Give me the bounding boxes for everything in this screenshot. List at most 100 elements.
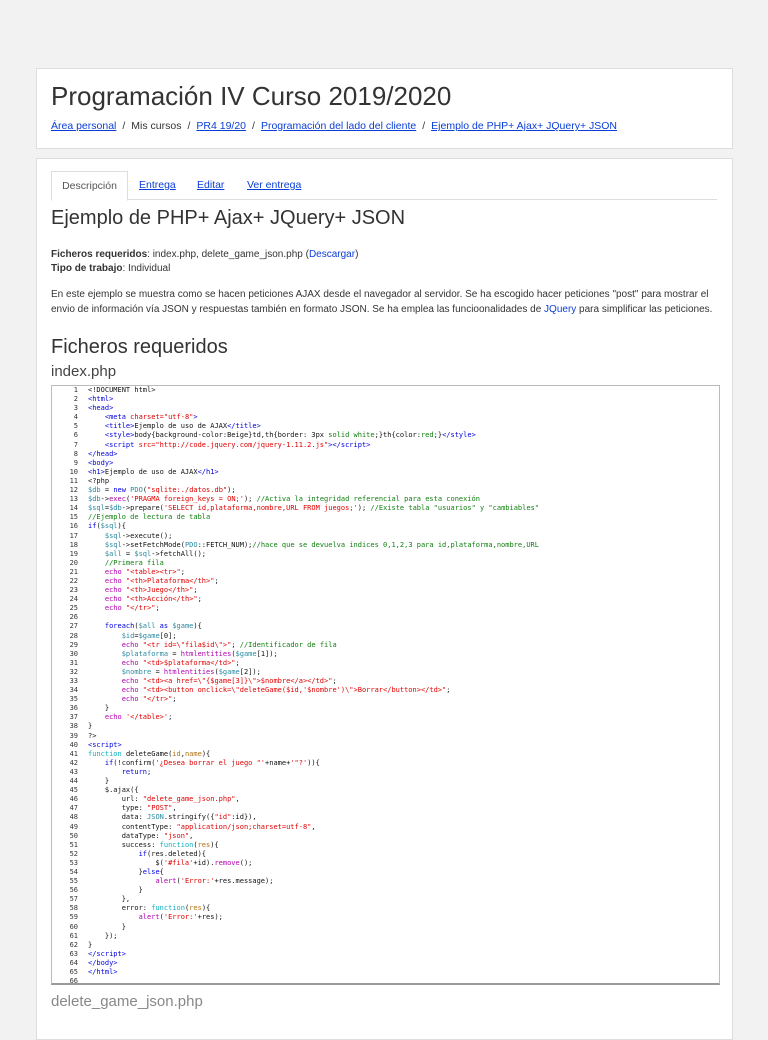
breadcrumb-assignment[interactable]: Ejemplo de PHP+ Ajax+ JQuery+ JSON [431, 120, 617, 132]
tab-ver-entrega[interactable]: Ver entrega [247, 171, 301, 199]
code-token: charset="utf-8" [130, 413, 194, 422]
code-token: echo [121, 640, 143, 649]
code-line: 56 } [52, 886, 719, 895]
code-line: 19 $all = $sql->fetchAll(); [52, 550, 719, 559]
code-text: <meta charset="utf-8"> [88, 413, 198, 422]
line-number: 45 [69, 786, 78, 795]
code-text: function deleteGame(id,name){ [88, 750, 210, 759]
tab-entrega[interactable]: Entrega [139, 171, 176, 199]
tab-editar[interactable]: Editar [197, 171, 224, 199]
code-token: //hace que se devuelva indices 0,1,2,3 p… [252, 540, 539, 549]
code-token: :id}), [231, 813, 257, 822]
code-token: , [235, 795, 240, 804]
line-number: 1 [73, 386, 78, 394]
code-token: else [142, 867, 160, 876]
line-number: 59 [69, 913, 78, 922]
breadcrumb-mis-cursos: Mis cursos [131, 120, 182, 132]
code-token: echo [121, 677, 143, 685]
code-text: </body> [88, 959, 118, 968]
code-line: 36 } [52, 704, 719, 713]
code-token: "<td>$plataforma</td>" [142, 658, 236, 667]
line-number: 7 [73, 440, 78, 449]
code-text: <head> [88, 404, 113, 413]
line-number: 31 [69, 658, 78, 667]
code-token: } [88, 867, 143, 876]
code-text: <title>Ejemplo de uso de AJAX</title> [88, 422, 261, 431]
code-line: 24 echo "<th>Acción</th>"; [52, 595, 719, 604]
code-text: url: "delete_game_json.php", [88, 795, 240, 804]
code-token: id [172, 749, 181, 758]
breadcrumb-area-personal[interactable]: Área personal [51, 120, 116, 132]
code-text: <!DOCUMENT html> [88, 386, 155, 395]
line-number: 28 [69, 631, 78, 640]
work-type-value: : Individual [122, 263, 171, 274]
code-token: </html> [88, 968, 118, 976]
code-token: echo [104, 595, 126, 604]
code-token: exec [109, 495, 126, 504]
code-token: = [151, 667, 164, 676]
breadcrumb-course[interactable]: PR4 19/20 [196, 120, 246, 132]
code-token: $sql [104, 531, 122, 540]
code-line: 27 foreach($all as $game){ [52, 622, 719, 631]
line-number: 4 [73, 413, 78, 422]
line-number: 29 [69, 640, 78, 649]
code-token: , [311, 822, 316, 831]
code-text: echo "<td><button onclick=\"deleteGame($… [88, 686, 451, 695]
code-line: 31 echo "<td>$plataforma</td>"; [52, 659, 719, 668]
code-token: ){ [201, 904, 211, 913]
code-text: }, [88, 895, 130, 904]
code-token: 'SELECT id,plataforma,nombre,URL FROM ju… [163, 504, 358, 513]
code-token: )){ [307, 758, 320, 767]
code-line: 51 success: function(res){ [52, 841, 719, 850]
code-token: red [420, 431, 434, 440]
code-token: $game [172, 622, 194, 631]
line-number: 15 [69, 513, 78, 522]
line-number: 27 [69, 622, 78, 631]
assignment-card: Descripción Entrega Editar Ver entrega E… [36, 158, 733, 1040]
breadcrumb-section[interactable]: Programación del lado del cliente [261, 120, 416, 132]
line-number: 60 [69, 922, 78, 931]
line-number: 63 [69, 949, 78, 958]
line-number: 20 [69, 558, 78, 567]
code-line: 1 <!DOCUMENT html> [52, 386, 719, 395]
code-token: "<table><tr>" [125, 567, 181, 576]
code-line: 8 </head> [52, 450, 719, 459]
tab-descripcion[interactable]: Descripción [51, 171, 128, 201]
code-text: data: JSON.stringify({"id":id}), [88, 813, 257, 822]
course-title: Programación IV Curso 2019/2020 [51, 81, 452, 111]
code-token: '"?' [290, 758, 308, 767]
line-number: 34 [69, 686, 78, 695]
code-token: ->prepare( [121, 504, 164, 513]
jquery-link[interactable]: JQuery [544, 304, 576, 315]
code-token: ){ [210, 840, 219, 849]
code-token: echo [121, 658, 143, 667]
line-number: 8 [73, 449, 78, 458]
code-text: echo "<th>Acción</th>"; [88, 595, 202, 604]
code-text: $sql->setFetchMode(PDO::FETCH_NUM);//hac… [88, 541, 539, 550]
code-line: 9 <body> [52, 459, 719, 468]
code-text: } [88, 886, 143, 895]
code-line: 41 function deleteGame(id,name){ [52, 750, 719, 759]
code-line: 55 alert('Error:'+res.message); [52, 877, 719, 886]
download-link[interactable]: Descargar [309, 249, 355, 260]
code-token: <head> [88, 404, 114, 413]
code-token: //Activa la integridad referencial para … [256, 495, 480, 504]
code-token: ->setFetchMode( [121, 540, 185, 549]
code-token: ; [332, 677, 337, 685]
code-token: }, [88, 895, 131, 904]
code-token: contentType: [88, 822, 177, 831]
code-token: src="http://code.jquery.com/jquery-1.11.… [138, 440, 329, 449]
code-token: > [193, 413, 198, 422]
line-number: 17 [69, 531, 78, 540]
code-token: <h1> [88, 467, 105, 476]
code-token: = [168, 649, 181, 658]
code-line: 33 echo "<td><a href=\"{$game[3]}\">$nom… [52, 677, 719, 686]
code-token: as [155, 622, 173, 631]
code-token: <body> [88, 458, 114, 467]
code-line: 57 }, [52, 895, 719, 904]
code-text: echo "</tr>"; [88, 695, 177, 704]
code-viewer[interactable]: 1 <!DOCUMENT html> 2 <html> 3 <head> 4 <meta c… [51, 385, 720, 985]
